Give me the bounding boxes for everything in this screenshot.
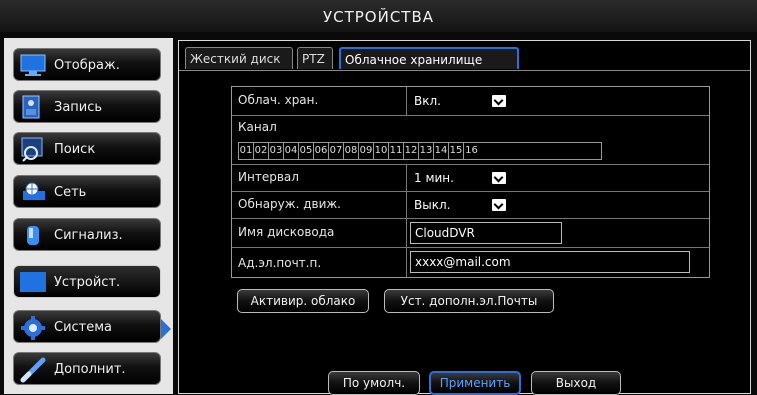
sidebar-item-label: Устройст. [54,275,121,290]
sidebar-item-display[interactable]: Отображ. [13,48,161,81]
sidebar-item-system[interactable]: Система [13,310,161,343]
alarm-icon [27,226,39,245]
record-icon [22,95,40,119]
sidebar-item-label: Сеть [54,185,87,200]
sidebar: Отображ. Запись Поиск Сеть Сигнализ. Уст… [4,38,173,394]
channel-checkbox[interactable]: 02 [254,143,269,159]
motion-detection-select[interactable]: Выкл. [410,195,510,215]
row-email: Ад.эл.почт.п. xxxx@mail.com [232,248,709,277]
column-divider [406,165,407,191]
monitor-icon [20,54,46,76]
device-icon [20,272,46,292]
cloud-storage-value: Вкл. [414,94,441,108]
channel-checkbox[interactable]: 08 [344,143,359,159]
window-title: УСТРОЙСТВА [0,0,757,32]
cloud-storage-select[interactable]: Вкл. [410,91,510,111]
column-divider [406,87,407,115]
drive-name-field[interactable]: CloudDVR [410,222,562,244]
sidebar-item-record[interactable]: Запись [13,90,161,123]
advanced-icon [20,357,46,383]
interval-label: Интервал [238,170,299,184]
channel-checkbox[interactable]: 11 [389,143,404,159]
column-divider [406,219,407,247]
sidebar-item-alarm[interactable]: Сигнализ. [13,218,161,251]
channel-label: Канал [238,120,277,134]
sidebar-item-label: Сигнализ. [54,228,123,243]
sidebar-item-network[interactable]: Сеть [13,175,161,208]
exit-button[interactable]: Выход [531,371,621,395]
channel-checkbox[interactable]: 10 [374,143,389,159]
sidebar-item-advanced[interactable]: Дополнит. [13,352,161,385]
row-motion-detection: Обнаруж. движ. Выкл. [232,192,709,219]
tab-ptz[interactable]: PTZ [297,47,333,69]
sidebar-item-search[interactable]: Поиск [13,132,161,165]
tab-hard-disk[interactable]: Жесткий диск [185,47,293,69]
row-cloud-storage: Облач. хран. Вкл. [232,87,709,116]
email-field[interactable]: xxxx@mail.com [410,251,690,273]
tab-cloud-storage[interactable]: Облачное хранилище [339,47,519,69]
activate-cloud-button[interactable]: Активир. облако [237,289,369,313]
default-button[interactable]: По умолч. [328,371,420,395]
channel-checkbox[interactable]: 06 [314,143,329,159]
sidebar-item-label: Отображ. [54,58,120,73]
column-divider [406,192,407,218]
channel-checkbox[interactable]: 09 [359,143,374,159]
row-channel: Канал 01 02 03 04 05 06 07 08 09 10 11 1… [232,116,709,165]
chevron-down-icon[interactable] [492,172,506,184]
interval-select[interactable]: 1 мин. [410,168,510,188]
channel-selector: 01 02 03 04 05 06 07 08 09 10 11 12 13 1… [238,142,602,160]
tab-divider [179,70,750,71]
sidebar-item-label: Поиск [54,142,96,157]
channel-checkbox[interactable]: 14 [434,143,449,159]
system-gear-icon [21,316,45,340]
channel-checkbox[interactable]: 16 [464,143,479,159]
channel-checkbox[interactable]: 12 [404,143,419,159]
channel-checkbox[interactable]: 13 [419,143,434,159]
drive-name-label: Имя дисковода [238,225,335,239]
row-interval: Интервал 1 мин. [232,165,709,192]
interval-value: 1 мин. [414,171,454,185]
channel-checkbox[interactable]: 04 [284,143,299,159]
content-panel: Жесткий диск PTZ Облачное хранилище Обла… [178,40,751,395]
network-icon [23,182,45,200]
apply-button[interactable]: Применить [429,371,521,395]
motion-detection-label: Обнаруж. движ. [238,197,341,211]
search-icon [21,137,43,162]
sidebar-item-device[interactable]: Устройст. [13,265,161,298]
channel-checkbox[interactable]: 15 [449,143,464,159]
sidebar-item-label: Запись [54,100,103,115]
cloud-settings-form: Облач. хран. Вкл. Канал 01 02 03 04 05 0… [231,86,710,278]
sidebar-item-label: Система [54,320,113,335]
cloud-storage-label: Облач. хран. [238,93,319,107]
channel-checkbox[interactable]: 03 [269,143,284,159]
chevron-down-icon[interactable] [492,95,506,107]
row-drive-name: Имя дисковода CloudDVR [232,219,709,248]
channel-checkbox[interactable]: 07 [329,143,344,159]
motion-detection-value: Выкл. [414,198,451,212]
sidebar-item-label: Дополнит. [54,362,126,377]
active-indicator-arrow [161,319,171,339]
channel-checkbox[interactable]: 05 [299,143,314,159]
additional-email-button[interactable]: Уст. дополн.эл.Почты [384,289,554,313]
email-label: Ад.эл.почт.п. [238,256,322,270]
column-divider [406,248,407,277]
chevron-down-icon[interactable] [492,199,506,211]
channel-checkbox[interactable]: 01 [239,143,254,159]
